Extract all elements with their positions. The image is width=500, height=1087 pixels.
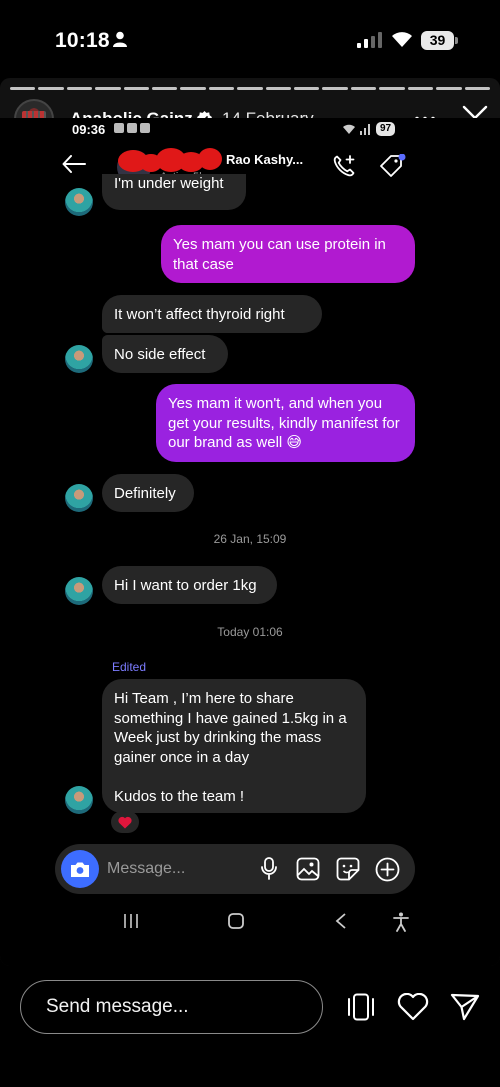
message-input[interactable] (107, 844, 257, 894)
inner-battery-level: 97 (376, 122, 396, 136)
camera-icon (71, 862, 89, 877)
timestamp-divider: 26 Jan, 15:09 (213, 532, 287, 546)
progress-segment (95, 87, 121, 90)
recent-apps-icon[interactable] (122, 912, 140, 930)
accessibility-icon[interactable] (392, 912, 410, 932)
message-incoming[interactable]: Hi I want to order 1kg (102, 566, 277, 604)
nav-back-icon[interactable] (334, 912, 348, 930)
contact-message-avatar (65, 345, 93, 373)
message-outgoing[interactable]: Yes mam you can use protein in that case (161, 225, 415, 283)
heart-icon (118, 816, 132, 828)
message-incoming[interactable]: Definitely (102, 474, 194, 512)
send-message-input[interactable] (20, 980, 323, 1034)
contact-message-avatar (65, 577, 93, 605)
message-incoming[interactable]: I'm under weight (102, 174, 246, 210)
message-incoming[interactable]: Hi Team , I’m here to share something I … (102, 679, 366, 813)
inner-notification-icons (114, 123, 150, 133)
progress-segment (66, 87, 93, 90)
progress-segment (407, 87, 434, 90)
progress-segment (436, 87, 462, 90)
chat-header: Rao Kashy... Active 5h ago (0, 140, 500, 190)
progress-segment (38, 87, 64, 90)
tag-icon[interactable] (380, 154, 406, 178)
heart-reaction[interactable] (111, 811, 139, 833)
battery-level: 39 (421, 31, 454, 50)
contact-message-avatar (65, 786, 93, 814)
status-time: 10:18 (55, 29, 110, 52)
progress-segment (350, 87, 377, 90)
status-bar: 10:18 39 (0, 0, 500, 78)
send-icon[interactable] (450, 993, 480, 1021)
microphone-icon[interactable] (260, 857, 278, 881)
contact-name[interactable]: Rao Kashy... (226, 152, 303, 167)
inner-wifi-icon (343, 124, 355, 134)
like-heart-icon[interactable] (397, 993, 429, 1021)
contact-message-avatar (65, 484, 93, 512)
timestamp-divider: Today 01:06 (217, 625, 283, 639)
progress-segment (208, 87, 235, 90)
gallery-icon[interactable] (296, 857, 320, 881)
back-arrow-icon[interactable] (62, 155, 86, 173)
progress-segment (180, 87, 206, 90)
add-circle-icon[interactable] (375, 857, 400, 882)
contact-message-avatar (65, 188, 93, 216)
inner-signal-icon (360, 123, 370, 135)
camera-button[interactable] (61, 850, 99, 888)
message-incoming[interactable]: It won’t affect thyroid right (102, 295, 322, 333)
progress-segment (10, 87, 36, 90)
message-composer (55, 844, 415, 894)
progress-segment (322, 87, 348, 90)
audio-call-plus-icon[interactable] (332, 154, 356, 178)
sticker-icon[interactable] (336, 857, 360, 881)
person-icon (113, 31, 127, 47)
repost-icon[interactable] (345, 993, 377, 1021)
story-progress-bar (10, 87, 490, 90)
inner-status-icons: 97 (342, 122, 396, 136)
progress-segment (152, 87, 178, 90)
story-reply-bar (0, 966, 500, 1087)
progress-segment (379, 87, 405, 90)
inner-status-time: 09:36 (72, 122, 106, 137)
home-icon[interactable] (227, 912, 245, 930)
progress-segment (265, 87, 292, 90)
progress-segment (464, 87, 490, 90)
wifi-icon (392, 32, 412, 47)
progress-segment (123, 87, 150, 90)
edited-label: Edited (112, 660, 147, 674)
android-navigation-bar (0, 904, 500, 944)
message-outgoing[interactable]: Yes mam it won't, and when you get your … (156, 384, 415, 462)
chat-screenshot: 09:36 97 Rao Kashy... Active 5h ago (0, 118, 500, 966)
story-viewer: Anabolic Gainz 14 February 09:36 97 (0, 78, 500, 966)
message-incoming[interactable]: No side effect (102, 335, 228, 373)
progress-segment (237, 87, 263, 90)
battery-icon: 39 (421, 31, 458, 50)
cellular-signal-icon (357, 32, 382, 48)
progress-segment (294, 87, 320, 90)
